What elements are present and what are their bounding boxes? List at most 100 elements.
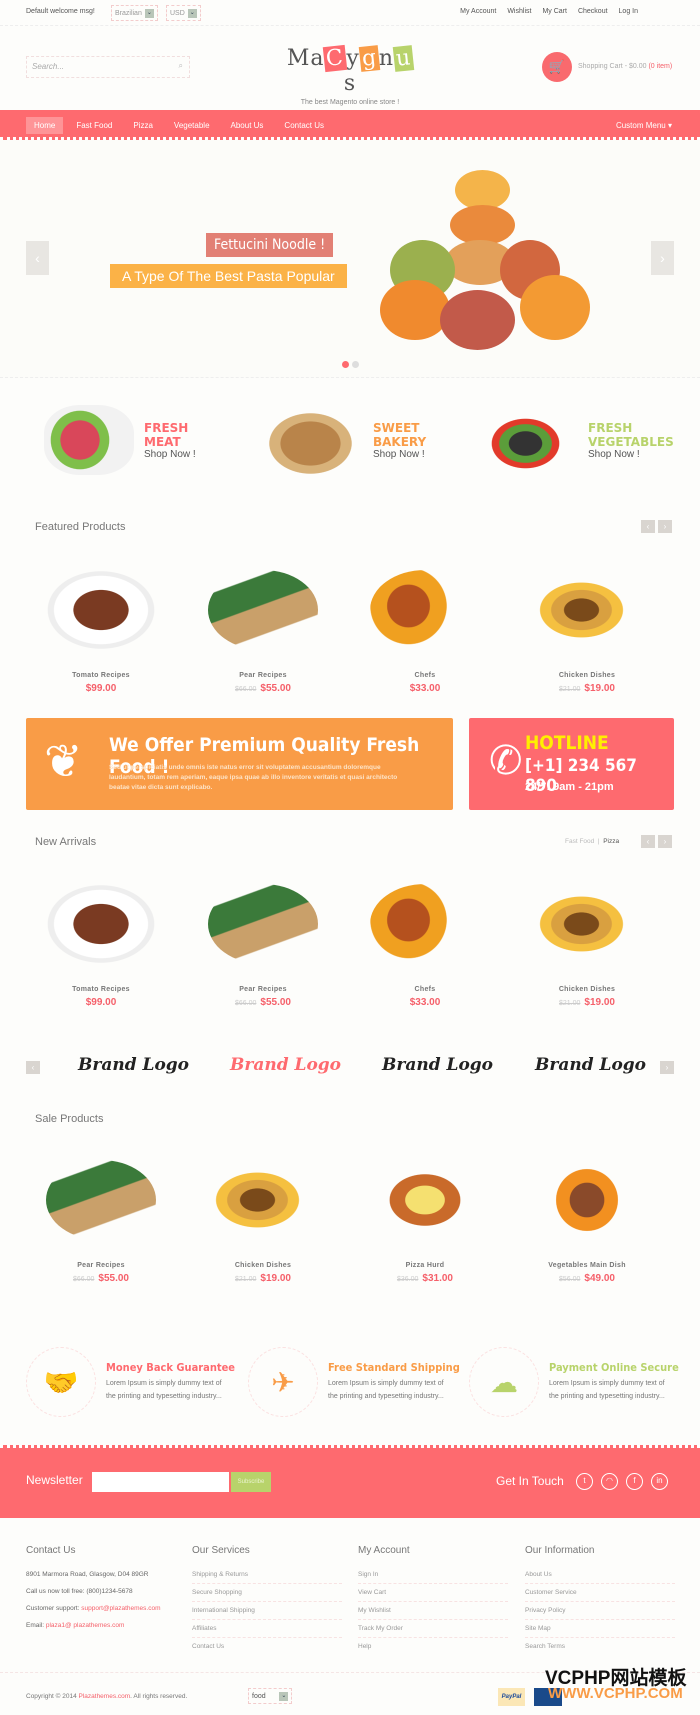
footer-link[interactable]: Shipping & Returns [192,1566,342,1584]
product-card[interactable]: Pear Recipes $66.00 $55.00 [182,884,344,1008]
footer-link[interactable]: Customer Service [525,1584,675,1602]
login-link[interactable]: Log In [619,8,638,15]
footer-link[interactable]: Help [358,1638,508,1655]
brands-next-button[interactable]: › [660,1061,674,1074]
product-image[interactable] [532,570,642,650]
product-name[interactable]: Pear Recipes [182,986,344,993]
cart-icon[interactable]: 🛒 [542,52,572,82]
subscribe-button[interactable]: Subscribe [231,1472,271,1492]
category-fresh-vegetables[interactable]: FRESH VEGETABLES Shop Now ! [473,405,674,475]
tab-pizza[interactable]: Pizza [603,838,619,845]
product-card[interactable]: Pizza Hurd $36.00 $31.00 [344,1160,506,1284]
newsletter-email-input[interactable] [92,1472,229,1492]
product-name[interactable]: Tomato Recipes [20,986,182,993]
footer-link[interactable]: View Cart [358,1584,508,1602]
twitter-icon[interactable]: t [576,1473,593,1490]
footer-link[interactable]: Privacy Policy [525,1602,675,1620]
my-account-link[interactable]: My Account [460,8,496,15]
footer-link[interactable]: Contact Us [192,1638,342,1655]
currency-select[interactable]: USD ⌄ [166,5,201,21]
search-input[interactable]: Search... ⌕ [26,56,190,78]
prev-button[interactable]: ‹ [641,835,655,848]
logo[interactable]: MaCygnus The best Magento online store ! [285,44,415,106]
product-card[interactable]: Chicken Dishes $21.00 $19.00 [506,884,668,1008]
prev-button[interactable]: ‹ [641,520,655,533]
next-button[interactable]: › [658,520,672,533]
shop-now-link[interactable]: Shop Now ! [373,449,426,460]
store-select[interactable]: food ⌄ [248,1688,293,1704]
footer-link[interactable]: Secure Shopping [192,1584,342,1602]
product-card[interactable]: Tomato Recipes $99.00 [20,884,182,1008]
product-name[interactable]: Chefs [344,986,506,993]
footer-link[interactable]: Affiliates [192,1620,342,1638]
footer-link[interactable]: International Shipping [192,1602,342,1620]
nav-contact-us[interactable]: Contact Us [276,117,332,134]
product-image[interactable] [208,570,318,650]
nav-home[interactable]: Home [26,117,64,134]
product-image[interactable] [46,570,156,650]
product-image[interactable] [208,884,318,964]
product-name[interactable]: Tomato Recipes [20,672,182,679]
chevron-left-icon[interactable]: ‹ [26,1061,40,1074]
footer-link[interactable]: Search Terms [525,1638,675,1655]
product-image[interactable] [46,1160,156,1240]
nav-about-us[interactable]: About Us [223,117,272,134]
slider-next-button[interactable]: › [651,241,674,275]
email-link[interactable]: plaza1@ plazathemes.com [46,1622,125,1629]
product-card[interactable]: Chefs $33.00 [344,884,506,1008]
brand-logo[interactable]: Brand Logo [535,1055,646,1075]
slider-dot-active[interactable] [342,361,349,368]
brand-logo[interactable]: Brand Logo [230,1055,341,1075]
facebook-icon[interactable]: f [626,1473,643,1490]
tab-fast-food[interactable]: Fast Food [565,838,594,845]
shop-now-link[interactable]: Shop Now ! [588,449,674,460]
product-card[interactable]: Vegetables Main Dish $56.00 $49.00 [506,1160,668,1284]
search-icon[interactable]: ⌕ [179,61,183,71]
support-email-link[interactable]: support@plazathemes.com [81,1605,160,1612]
next-button[interactable]: › [658,835,672,848]
product-image[interactable] [370,884,480,964]
cart-summary[interactable]: Shopping Cart - $0.00 (0 item) [578,63,672,70]
chevron-right-icon[interactable]: › [660,1061,674,1074]
brand-logo[interactable]: Brand Logo [382,1055,493,1075]
wishlist-link[interactable]: Wishlist [507,8,531,15]
footer-link[interactable]: About Us [525,1566,675,1584]
product-name[interactable]: Pizza Hurd [344,1262,506,1269]
nav-vegetable[interactable]: Vegetable [166,117,218,134]
shop-now-link[interactable]: Shop Now ! [144,449,196,460]
footer-link[interactable]: My Wishlist [358,1602,508,1620]
category-fresh-meat[interactable]: FRESH MEAT Shop Now ! [44,405,196,475]
my-cart-link[interactable]: My Cart [542,8,567,15]
footer-link[interactable]: Site Map [525,1620,675,1638]
brands-prev-button[interactable]: ‹ [26,1061,40,1074]
product-name[interactable]: Chicken Dishes [506,986,668,993]
product-name[interactable]: Chefs [344,672,506,679]
product-image[interactable] [208,1160,318,1240]
footer-link[interactable]: Track My Order [358,1620,508,1638]
product-name[interactable]: Pear Recipes [182,672,344,679]
language-select[interactable]: Brazilian ⌄ [111,5,158,21]
product-image[interactable] [370,570,480,650]
custom-menu[interactable]: Custom Menu ▾ [616,121,672,130]
linkedin-icon[interactable]: in [651,1473,668,1490]
product-image[interactable] [532,1160,642,1240]
product-image[interactable] [46,884,156,964]
product-name[interactable]: Chicken Dishes [506,672,668,679]
product-name[interactable]: Pear Recipes [20,1262,182,1269]
nav-pizza[interactable]: Pizza [125,117,161,134]
checkout-link[interactable]: Checkout [578,8,608,15]
copyright-link[interactable]: Plazathemes.com [79,1693,131,1700]
product-image[interactable] [370,1160,480,1240]
product-card[interactable]: Chefs $33.00 [344,570,506,694]
nav-fast-food[interactable]: Fast Food [68,117,120,134]
product-card[interactable]: Chicken Dishes $21.00 $19.00 [182,1160,344,1284]
product-card[interactable]: Pear Recipes $66.00 $55.00 [182,570,344,694]
product-name[interactable]: Chicken Dishes [182,1262,344,1269]
brand-logo[interactable]: Brand Logo [78,1055,189,1075]
product-image[interactable] [532,884,642,964]
product-card[interactable]: Tomato Recipes $99.00 [20,570,182,694]
category-sweet-bakery[interactable]: SWEET BAKERY Shop Now ! [258,405,426,475]
footer-link[interactable]: Sign In [358,1566,508,1584]
promo-banner[interactable]: ❦ We Offer Premium Quality Fresh Food ! … [26,718,453,810]
product-name[interactable]: Vegetables Main Dish [506,1262,668,1269]
